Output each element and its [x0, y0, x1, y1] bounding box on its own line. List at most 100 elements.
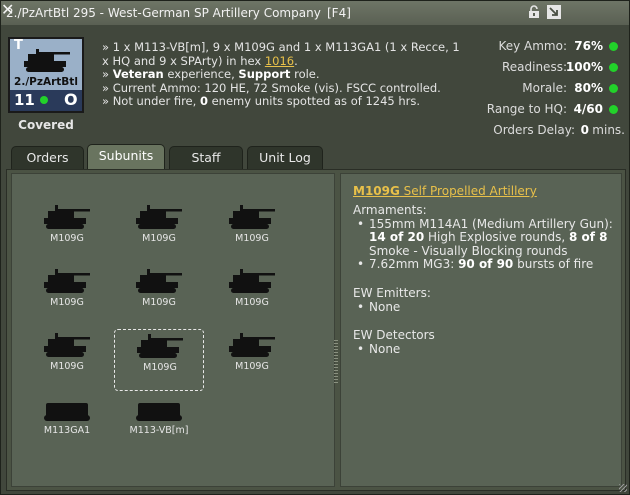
subunit-grid: M109G M109G M109G M109G M109G M109G M109G M109G…	[11, 173, 335, 487]
gun-he-text: High Explosive rounds,	[424, 230, 570, 244]
subunit-label: M109G	[143, 362, 177, 373]
unit-role: Support	[238, 67, 291, 81]
summary-ammo: » Current Ammo: 120 HE, 72 Smoke (vis). …	[102, 80, 441, 95]
minimize-icon[interactable]	[547, 5, 561, 19]
enemy-count: 0	[199, 94, 208, 108]
detectors-value: None	[353, 342, 618, 357]
pane-splitter[interactable]	[334, 340, 338, 385]
summary-role-text: role.	[290, 67, 320, 81]
detail-title[interactable]: M109G Self Propelled Artillery	[353, 184, 537, 199]
gun-smoke-text: Smoke - Visually Blocking rounds	[369, 243, 568, 258]
sp-artillery-icon	[229, 333, 275, 357]
subunit-label: M109G	[235, 297, 269, 308]
subunit-label: M109G	[50, 361, 84, 372]
unit-counter[interactable]: T 2./PzArtBtl 11 O	[8, 37, 84, 113]
armaments-label: Armaments:	[353, 203, 427, 217]
sp-artillery-icon	[44, 333, 90, 357]
counter-strength: 11	[14, 91, 35, 109]
mg-name: 7.62mm MG3:	[369, 257, 459, 271]
stat-label: Range to HQ:	[486, 102, 567, 116]
mg-text: bursts of fire	[513, 257, 594, 271]
gun-he-count: 14 of 20	[369, 230, 425, 244]
stat-orders-delay: Orders Delay: 0 mins.	[459, 123, 625, 143]
tab-unit-log[interactable]: Unit Log	[247, 146, 323, 170]
status-dot-icon	[609, 84, 618, 93]
subunit-label: M109G	[50, 297, 84, 308]
cover-status: Covered	[18, 118, 74, 132]
stat-value: 0	[580, 123, 589, 137]
subunit-selected[interactable]: M109G	[114, 329, 204, 391]
sp-artillery-icon	[229, 205, 275, 229]
stat-value: 80%	[574, 81, 603, 95]
subunit-label: M109G	[142, 297, 176, 308]
mg-count: 90 of 90	[458, 257, 514, 271]
summary-period: .	[294, 53, 298, 68]
detail-unit-type[interactable]: Self Propelled Artillery	[400, 184, 537, 198]
hotkey-label: [F4]	[327, 6, 351, 20]
sp-artillery-icon	[229, 269, 275, 293]
stat-range-to-hq: Range to HQ: 4/60	[459, 102, 625, 122]
subunit-item[interactable]: M109G	[207, 329, 297, 391]
subunit-item[interactable]: M113-VB[m]	[114, 393, 204, 455]
subunit-item[interactable]: M113GA1	[22, 393, 112, 455]
unit-summary: » 1 x M113-VB[m], 9 x M109G and 1 x M113…	[102, 40, 462, 109]
stat-value: 100%	[565, 60, 603, 74]
hex-link[interactable]: 1016	[265, 54, 294, 68]
subunit-label: M109G	[142, 233, 176, 244]
detail-unit-name[interactable]: M109G	[353, 184, 400, 198]
tab-orders[interactable]: Orders	[11, 146, 84, 170]
subunit-item[interactable]: M109G	[114, 265, 204, 327]
resize-grip-icon[interactable]	[619, 484, 627, 492]
status-dot-icon	[609, 42, 618, 51]
subunit-label: M109G	[50, 233, 84, 244]
ew-detectors-section: EW Detectors None	[353, 328, 618, 357]
counter-unit-name: 2./PzArtBtl	[14, 76, 78, 88]
subunit-label: M109G	[235, 361, 269, 372]
counter-status-dot	[40, 96, 48, 104]
subunit-item[interactable]: M109G	[22, 329, 112, 391]
stat-label: Readiness:	[501, 60, 567, 74]
armament-gun: 155mm M114A1 (Medium Artillery Gun):14 o…	[353, 216, 618, 259]
armaments-section: Armaments: 155mm M114A1 (Medium Artiller…	[353, 203, 618, 272]
subunit-detail: M109G Self Propelled Artillery Armaments…	[340, 173, 622, 487]
sp-artillery-icon	[44, 205, 90, 229]
stat-key-ammo: Key Ammo: 76%	[459, 39, 625, 59]
sp-artillery-icon	[136, 205, 182, 229]
subunit-item[interactable]: M109G	[22, 201, 112, 263]
lock-icon[interactable]	[527, 5, 541, 19]
summary-spotted-text: enemy units spotted as of 1245 hrs.	[207, 94, 421, 108]
subunit-item[interactable]: M109G	[22, 265, 112, 327]
summary-experience-text: experience,	[163, 67, 239, 81]
detectors-label: EW Detectors	[353, 328, 435, 342]
counter-order-letter: O	[64, 90, 78, 109]
stat-label: Morale:	[522, 81, 567, 95]
summary-fire-status: » Not under fire,	[102, 94, 200, 108]
subunits-panel: M109G M109G M109G M109G M109G M109G M109G M109G…	[6, 169, 626, 491]
tab-subunits[interactable]: Subunits	[87, 144, 165, 172]
unit-info-window: 2./PzArtBtl 295 - West-German SP Artille…	[0, 0, 630, 495]
stat-readiness: Readiness: 100%	[459, 60, 625, 80]
sp-artillery-icon	[44, 269, 90, 293]
status-dot-icon	[609, 105, 618, 114]
emitters-label: EW Emitters:	[353, 286, 431, 300]
tab-staff[interactable]: Staff	[169, 146, 243, 170]
stat-value: 4/60	[573, 102, 603, 116]
subunit-label: M113-VB[m]	[129, 425, 189, 436]
subunit-item[interactable]: M109G	[207, 201, 297, 263]
stat-morale: Morale: 80%	[459, 81, 625, 101]
experience-level: Veteran	[112, 67, 164, 81]
subunit-item[interactable]: M109G	[114, 201, 204, 263]
ew-emitters-section: EW Emitters: None	[353, 286, 618, 314]
subunit-label: M113GA1	[43, 425, 91, 436]
gun-smoke-count: 8 of 8	[569, 230, 608, 244]
gun-name: 155mm M114A1 (Medium Artillery Gun):	[369, 216, 613, 231]
stat-label: Key Ammo:	[498, 39, 567, 53]
sp-artillery-icon	[24, 49, 70, 72]
apc-icon	[44, 403, 90, 421]
window-title: 2./PzArtBtl 295 - West-German SP Artille…	[6, 6, 321, 20]
apc-icon	[136, 403, 182, 421]
summary-bullet: »	[102, 67, 113, 81]
subunit-item[interactable]: M109G	[207, 265, 297, 327]
sp-artillery-icon	[137, 334, 183, 358]
title-bar[interactable]: 2./PzArtBtl 295 - West-German SP Artille…	[1, 1, 629, 25]
